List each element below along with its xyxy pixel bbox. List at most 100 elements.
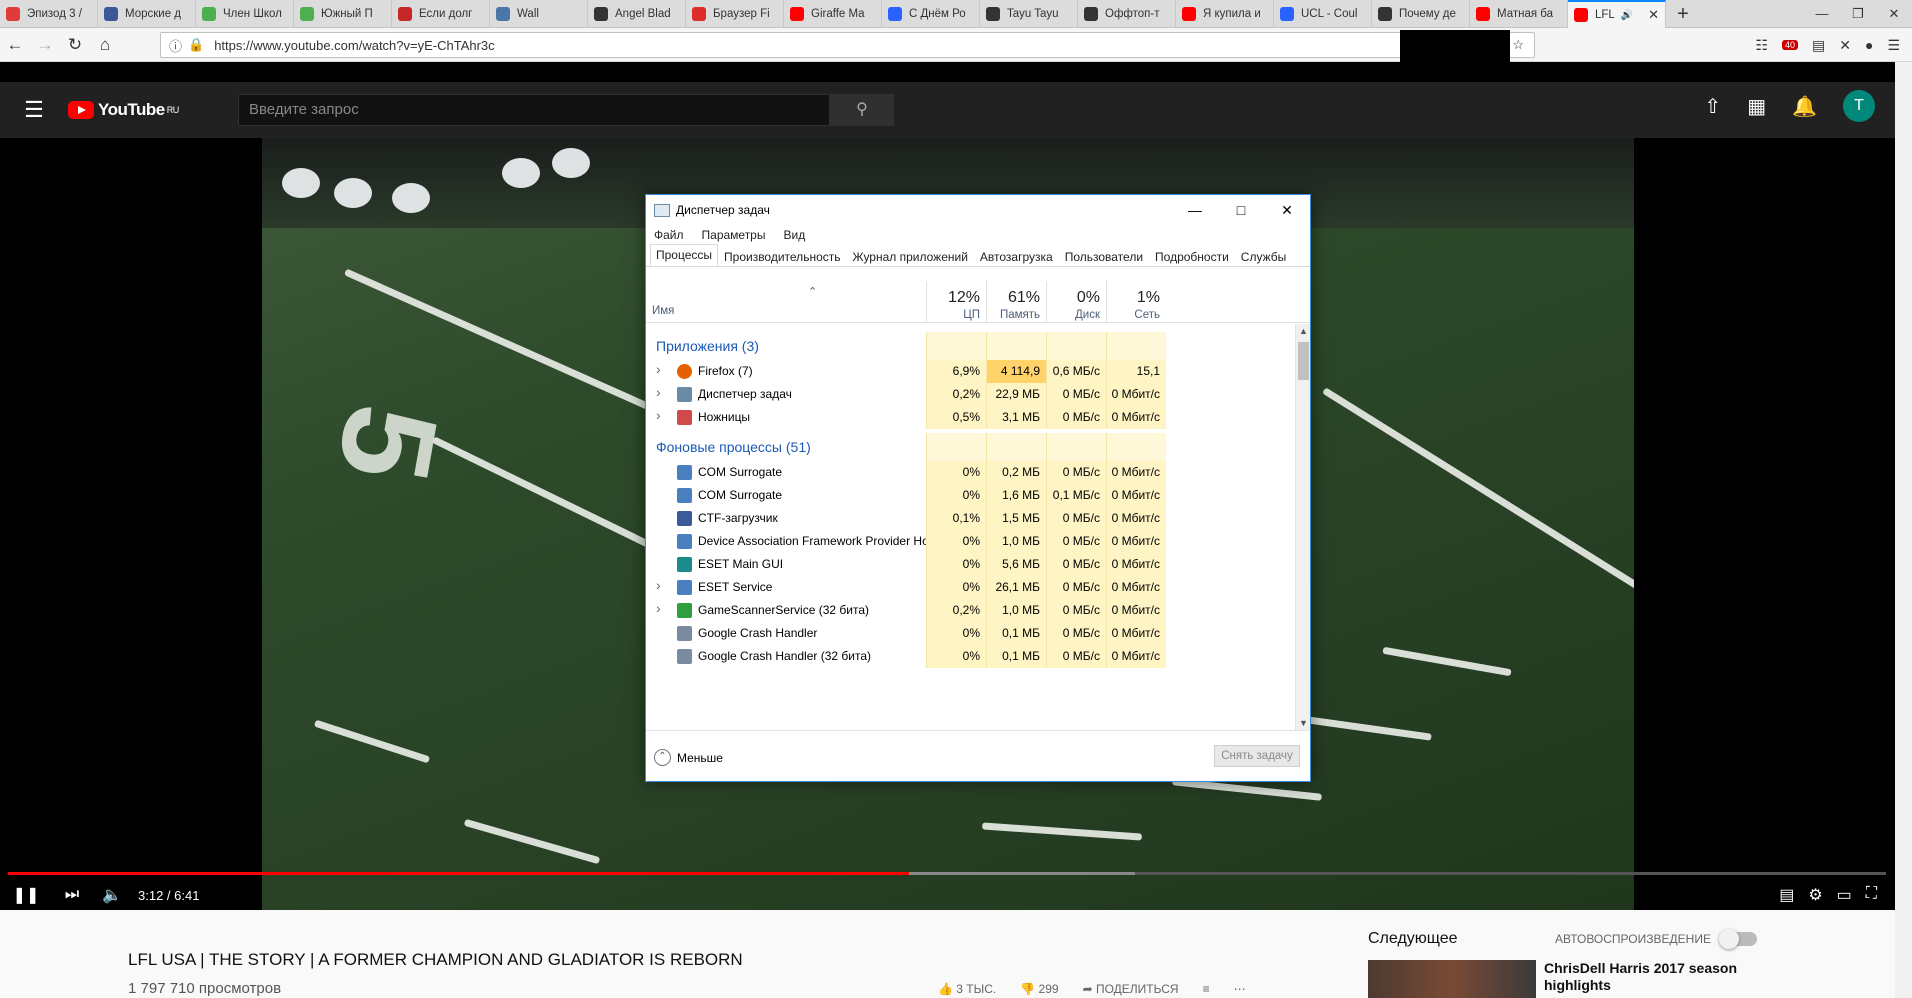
window-restore-icon[interactable]: ❐ [1840,0,1876,27]
browser-tab[interactable]: Оффтоп-т [1078,0,1176,28]
theater-mode-icon[interactable]: ▭ [1837,885,1852,905]
hamburger-menu-icon[interactable]: ☰ [0,97,68,123]
process-row[interactable]: COM Surrogate 0% 1,6 МБ 0,1 МБ/с 0 Мбит/с [646,484,1295,507]
extension-badge[interactable]: 40 [1781,40,1798,50]
task-manager-tab[interactable]: Процессы [650,244,719,266]
column-memory[interactable]: 61% Память [986,281,1046,323]
bookmark-star-icon[interactable]: ☆ [1512,37,1524,53]
process-row[interactable]: COM Surrogate 0% 0,2 МБ 0 МБ/с 0 Мбит/с [646,461,1295,484]
browser-tab[interactable]: Эпизод 3 / [0,0,98,28]
volume-icon[interactable]: 🔈 [92,885,132,905]
extension-icon[interactable]: ● [1865,37,1873,53]
youtube-logo[interactable]: YouTube RU [68,100,179,120]
task-manager-titlebar[interactable]: Диспетчер задач — □ ✕ [646,195,1310,225]
browser-tab[interactable]: Wall [490,0,588,28]
dislike-button[interactable]: 👎 299 [1020,982,1058,996]
browser-tab[interactable]: LFL 🔊 ✕ [1568,0,1666,28]
process-group-row[interactable]: Фоновые процессы (51) [646,433,1295,461]
library-icon[interactable]: ☷ [1755,37,1768,54]
column-name[interactable]: Имя [652,305,674,317]
process-row[interactable]: CTF-загрузчик 0,1% 1,5 МБ 0 МБ/с 0 Мбит/с [646,507,1295,530]
address-bar[interactable]: ⓘ 🔒 https://www.youtube.com/watch?v=yE-C… [160,32,1535,58]
add-to-playlist-icon[interactable]: ≡ [1203,982,1210,996]
browser-tab[interactable]: Член Школ [196,0,294,28]
like-button[interactable]: 👍 3 ТЫС. [938,982,996,996]
close-x-icon[interactable]: ✕ [1839,37,1851,54]
process-row[interactable]: Google Crash Handler (32 бита) 0% 0,1 МБ 0 … [646,645,1295,668]
forward-arrow-icon[interactable]: → [30,35,60,55]
scrollbar-thumb[interactable] [1298,342,1309,380]
tab-close-icon[interactable]: ✕ [1648,7,1659,23]
expand-chevron-icon[interactable]: › [656,577,661,593]
fewer-details-button[interactable]: ⌃ Меньше [654,749,723,766]
column-disk[interactable]: 0% Диск [1046,281,1106,323]
browser-tab[interactable]: Если долг [392,0,490,28]
more-actions-icon[interactable]: ⋯ [1234,982,1246,996]
expand-chevron-icon[interactable]: › [656,384,661,400]
browser-tab[interactable]: Южный П [294,0,392,28]
lock-icon[interactable]: 🔒 [188,37,204,53]
browser-tab[interactable]: Я купила и [1176,0,1274,28]
browser-tab[interactable]: Браузер Fi [686,0,784,28]
menu-item[interactable]: Вид [783,228,805,242]
browser-tab[interactable]: С Днём Ро [882,0,980,28]
expand-chevron-icon[interactable]: › [656,361,661,377]
process-row[interactable]: › Ножницы 0,5% 3,1 МБ 0 МБ/с 0 Мбит/с [646,406,1295,429]
task-manager-tab[interactable]: Автозагрузка [974,246,1059,266]
process-row[interactable]: › GameScannerService (32 бита) 0,2% 1,0 МБ 0… [646,599,1295,622]
pause-icon[interactable]: ❚❚ [0,885,52,905]
column-network[interactable]: 1% Сеть [1106,281,1166,323]
scroll-down-icon[interactable]: ▼ [1296,718,1310,728]
next-video-title[interactable]: ChrisDell Harris 2017 season highlights [1544,960,1774,994]
apps-grid-icon[interactable]: ▦ [1747,94,1766,119]
tab-audio-icon[interactable]: 🔊 [1621,10,1633,21]
page-scrollbar[interactable] [1895,62,1912,998]
browser-tab[interactable]: Tayu Tayu [980,0,1078,28]
maximize-icon[interactable]: □ [1218,202,1264,219]
window-close-icon[interactable]: ✕ [1876,0,1912,27]
process-list-scrollbar[interactable]: ▲ ▼ [1295,324,1310,730]
home-icon[interactable]: ⌂ [90,35,120,55]
process-row[interactable]: ESET Main GUI 0% 5,6 МБ 0 МБ/с 0 Мбит/с [646,553,1295,576]
window-minimize-icon[interactable]: — [1804,0,1840,27]
process-row[interactable]: › Диспетчер задач 0,2% 22,9 МБ 0 МБ/с 0 Мбит/… [646,383,1295,406]
browser-tab[interactable]: Angel Blad [588,0,686,28]
minimize-icon[interactable]: — [1172,202,1218,219]
task-manager-tab[interactable]: Подробности [1149,246,1235,266]
end-task-button[interactable]: Снять задачу [1214,745,1300,767]
search-input[interactable]: Введите запрос [238,94,830,126]
task-manager-tab[interactable]: Журнал приложений [847,246,974,266]
browser-tab[interactable]: Морские д [98,0,196,28]
browser-tab[interactable]: Giraffe Ma [784,0,882,28]
autoplay-toggle[interactable] [1718,929,1757,949]
close-icon[interactable]: ✕ [1264,202,1310,219]
browser-tab[interactable]: UCL - Coul [1274,0,1372,28]
settings-gear-icon[interactable]: ⚙ [1808,885,1822,905]
task-manager-tab[interactable]: Пользователи [1059,246,1149,266]
menu-icon[interactable]: ☰ [1887,37,1900,54]
next-video-icon[interactable]: ⏭ [52,886,92,904]
subtitles-icon[interactable]: ▤ [1779,885,1794,905]
share-button[interactable]: ➦ ПОДЕЛИТЬСЯ [1083,982,1179,996]
process-group-row[interactable]: Приложения (3) [646,332,1295,360]
fullscreen-icon[interactable]: ⛶ [1866,885,1877,905]
back-arrow-icon[interactable]: ← [0,35,30,55]
process-row[interactable]: Google Crash Handler 0% 0,1 МБ 0 МБ/с 0 Мбит… [646,622,1295,645]
upload-icon[interactable]: ⇧ [1704,94,1721,119]
new-tab-button[interactable]: + [1666,0,1700,27]
reader-icon[interactable]: ▤ [1812,37,1825,54]
info-icon[interactable]: ⓘ [169,36,182,55]
expand-chevron-icon[interactable]: › [656,407,661,423]
search-button[interactable]: ⚲ [830,94,894,126]
notifications-bell-icon[interactable]: 🔔 [1792,94,1817,119]
process-row[interactable]: › ESET Service 0% 26,1 МБ 0 МБ/с 0 Мбит/с [646,576,1295,599]
menu-item[interactable]: Параметры [702,228,766,242]
expand-chevron-icon[interactable]: › [656,600,661,616]
reload-icon[interactable]: ↻ [60,35,90,55]
menu-item[interactable]: Файл [654,228,684,242]
progress-bar[interactable] [8,872,1886,875]
process-row[interactable]: › Firefox (7) 6,9%4 114,9 МБ0,6 МБ/с15,1 М… [646,360,1295,401]
next-video-thumbnail[interactable] [1368,960,1536,998]
task-manager-tab[interactable]: Производительность [718,246,846,266]
task-manager-tab[interactable]: Службы [1235,246,1292,266]
